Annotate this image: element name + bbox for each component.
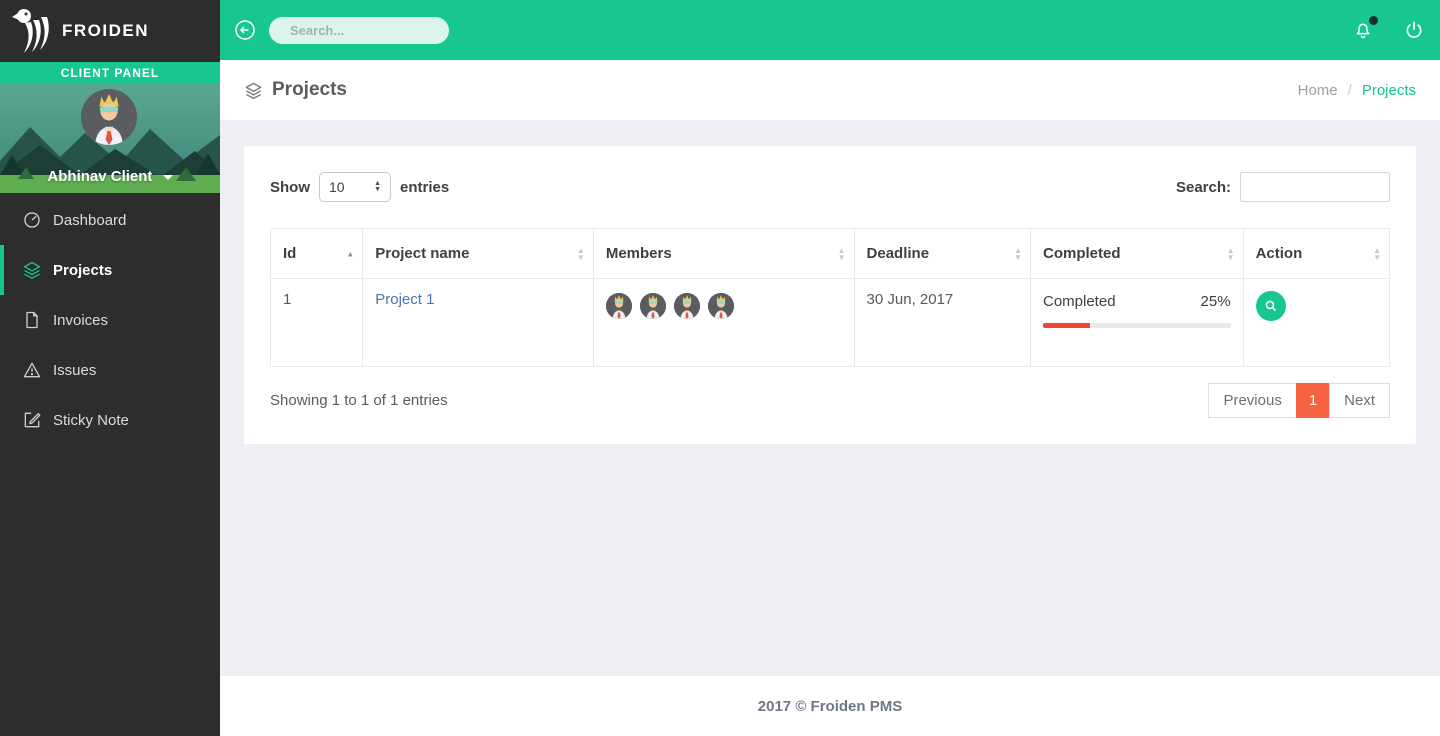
brand-logo[interactable]: FROIDEN [0,0,220,62]
pagination: Previous 1 Next [1208,383,1390,418]
column-header-id[interactable]: Id ▲ [271,229,363,279]
sidebar-item-invoices[interactable]: Invoices [0,295,220,345]
sidebar-item-sticky-note[interactable]: Sticky Note [0,395,220,445]
breadcrumb-home-link[interactable]: Home [1298,82,1338,99]
warning-icon [22,360,42,380]
logout-power-button[interactable] [1404,20,1424,40]
previous-page-button[interactable]: Previous [1208,383,1296,418]
chevron-down-icon [163,175,173,180]
edit-icon [22,410,42,430]
page-1-button[interactable]: 1 [1296,383,1330,418]
member-avatar[interactable] [640,293,666,319]
projects-card: Show 10 ▲▼ entries Search: [244,146,1416,444]
progress-bar [1043,323,1231,328]
table-info: Showing 1 to 1 of 1 entries [270,392,448,409]
sort-both-icon: ▲▼ [1014,247,1022,261]
topbar [220,0,1440,60]
sort-both-icon: ▲▼ [1373,247,1381,261]
sidebar-item-projects[interactable]: Projects [0,245,220,295]
completed-percent: 25% [1201,293,1231,310]
sidebar: FROIDEN CLIENT PANEL [0,0,220,736]
table-search-label: Search: [1176,179,1231,196]
page-title-group: Projects [244,79,347,101]
table-controls: Show 10 ▲▼ entries Search: [270,172,1390,202]
completed-label: Completed [1043,293,1116,310]
sidebar-item-label: Issues [53,362,96,379]
sort-asc-icon: ▲ [346,250,354,257]
cell-deadline: 30 Jun, 2017 [854,279,1030,367]
cell-action [1243,279,1389,367]
sidebar-item-label: Invoices [53,312,108,329]
select-arrows-icon: ▲▼ [374,181,381,193]
sidebar-item-label: Dashboard [53,212,126,229]
bird-logo-icon [12,8,52,54]
breadcrumb-separator: / [1348,82,1352,99]
breadcrumb: Home / Projects [1298,82,1416,99]
table-header-row: Id ▲ Project name ▲▼ Members ▲▼ [271,229,1390,279]
layers-icon [22,260,42,280]
user-name: Abhinav Client [47,168,152,185]
sort-both-icon: ▲▼ [577,247,585,261]
table-search-input[interactable] [1240,172,1390,202]
member-avatar[interactable] [708,293,734,319]
entries-label: entries [400,179,449,196]
cell-members [593,279,854,367]
projects-table: Id ▲ Project name ▲▼ Members ▲▼ [270,228,1390,367]
brand-name: FROIDEN [62,21,149,41]
sort-both-icon: ▲▼ [1227,247,1235,261]
user-menu-toggle[interactable]: Abhinav Client [0,168,220,185]
show-label: Show [270,179,310,196]
user-avatar[interactable] [81,89,137,145]
cell-completed: Completed 25% [1031,279,1244,367]
notifications-button[interactable] [1352,19,1374,41]
page-header: Projects Home / Projects [220,60,1440,120]
content-area: Show 10 ▲▼ entries Search: [220,120,1440,676]
page-length-value: 10 [329,179,374,195]
sidebar-item-label: Projects [53,262,112,279]
column-header-deadline[interactable]: Deadline ▲▼ [854,229,1030,279]
user-profile-section: Abhinav Client [0,83,220,193]
collapse-sidebar-button[interactable] [232,17,258,43]
project-link[interactable]: Project 1 [375,291,434,308]
global-search-input[interactable] [290,23,465,38]
sort-both-icon: ▲▼ [838,247,846,261]
global-search [269,17,449,44]
page-length-control: Show 10 ▲▼ entries [270,172,449,202]
page-title: Projects [272,79,347,101]
layers-icon [244,81,263,100]
column-header-completed[interactable]: Completed ▲▼ [1031,229,1244,279]
progress-bar-fill [1043,323,1090,328]
file-icon [22,310,42,330]
footer: 2017 © Froiden PMS [220,676,1440,736]
sidebar-item-issues[interactable]: Issues [0,345,220,395]
cell-id: 1 [271,279,363,367]
next-page-button[interactable]: Next [1329,383,1390,418]
table-search-control: Search: [1176,172,1390,202]
notification-badge [1369,16,1378,25]
column-header-project-name[interactable]: Project name ▲▼ [363,229,594,279]
sidebar-menu: Dashboard Projects Invoices Issues [0,193,220,445]
cell-project-name: Project 1 [363,279,594,367]
main-area: Projects Home / Projects Show 10 ▲▼ en [220,0,1440,736]
page-length-select[interactable]: 10 ▲▼ [319,172,391,202]
member-avatars [606,293,842,319]
table-footer-row: Showing 1 to 1 of 1 entries Previous 1 N… [270,383,1390,418]
column-header-action[interactable]: Action ▲▼ [1243,229,1389,279]
column-header-members[interactable]: Members ▲▼ [593,229,854,279]
member-avatar[interactable] [606,293,632,319]
member-avatar[interactable] [674,293,700,319]
sidebar-item-label: Sticky Note [53,412,129,429]
view-project-button[interactable] [1256,291,1286,321]
app-window: FROIDEN CLIENT PANEL [0,0,1440,736]
breadcrumb-current[interactable]: Projects [1362,82,1416,99]
gauge-icon [22,210,42,230]
footer-text: 2017 © Froiden PMS [758,698,902,715]
sidebar-item-dashboard[interactable]: Dashboard [0,195,220,245]
search-icon [1264,299,1278,313]
table-row: 1 Project 1 [271,279,1390,367]
client-panel-banner: CLIENT PANEL [0,62,220,83]
